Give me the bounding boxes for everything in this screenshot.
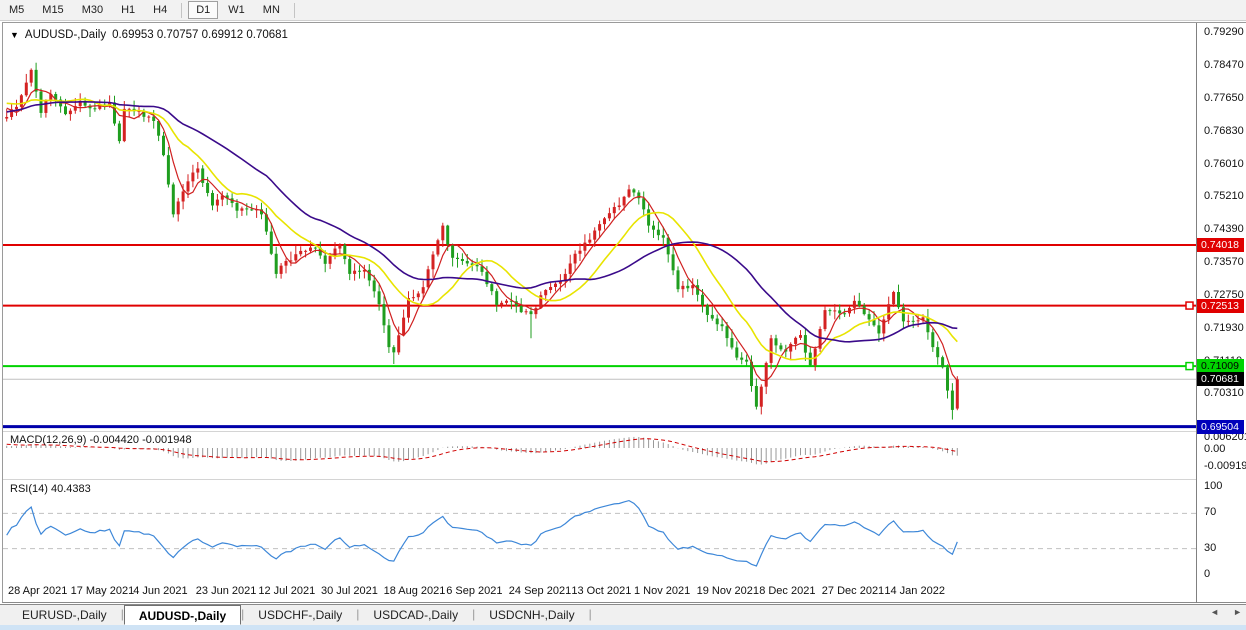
chart-ohlc-values: 0.69953 0.70757 0.69912 0.70681 (112, 29, 288, 41)
macd-indicator-label: MACD(12,26,9) -0.004420 -0.001948 (10, 434, 192, 446)
date-axis-label: 18 Aug 2021 (384, 585, 446, 597)
rsi-value: 40.4383 (51, 483, 91, 495)
macd-axis-label: -0.009197 (1204, 460, 1246, 472)
macd-name: MACD(12,26,9) (10, 434, 86, 446)
chart-canvas[interactable] (0, 0, 1246, 630)
date-axis-label: 14 Jan 2022 (884, 585, 945, 597)
tab-bar-padding (0, 605, 8, 625)
chart-tab-usdcad[interactable]: USDCAD-,Daily (359, 605, 472, 625)
rsi-axis-label: 30 (1204, 542, 1216, 554)
price-badge: 0.70681 (1197, 372, 1244, 386)
price-badge: 0.74018 (1197, 238, 1244, 252)
collapse-triangle-icon[interactable]: ▼ (10, 30, 19, 40)
chart-symbol-title: AUDUSD-,Daily (25, 29, 106, 41)
price-axis-label: 0.70310 (1204, 387, 1244, 399)
date-axis-label: 6 Sep 2021 (446, 585, 502, 597)
date-axis-label: 17 May 2021 (71, 585, 135, 597)
status-strip (0, 625, 1246, 630)
chart-tab-eurusd[interactable]: EURUSD-,Daily (8, 605, 121, 625)
price-axis-label: 0.78470 (1204, 59, 1244, 71)
chart-tab-usdcnh[interactable]: USDCNH-,Daily (475, 605, 588, 625)
chart-tab-bar: EURUSD-,Daily|AUDUSD-,Daily|USDCHF-,Dail… (0, 604, 1246, 625)
tab-scroll-buttons: ◄ ► (1210, 607, 1242, 617)
price-axis-label: 0.71930 (1204, 322, 1244, 334)
date-axis-label: 28 Apr 2021 (8, 585, 67, 597)
rsi-axis-label: 0 (1204, 568, 1210, 580)
price-axis-label: 0.76010 (1204, 158, 1244, 170)
macd-values: -0.004420 -0.001948 (89, 434, 191, 446)
date-axis-label: 23 Jun 2021 (196, 585, 257, 597)
tab-scroll-right-icon[interactable]: ► (1233, 607, 1242, 617)
date-axis-label: 27 Dec 2021 (822, 585, 884, 597)
tab-scroll-left-icon[interactable]: ◄ (1210, 607, 1219, 617)
price-axis-label: 0.76830 (1204, 125, 1244, 137)
macd-axis-label: 0.00 (1204, 443, 1225, 455)
date-axis-label: 12 Jul 2021 (258, 585, 315, 597)
date-axis-label: 13 Oct 2021 (571, 585, 631, 597)
price-axis-label: 0.74390 (1204, 223, 1244, 235)
date-axis-label: 1 Nov 2021 (634, 585, 690, 597)
date-axis-label: 30 Jul 2021 (321, 585, 378, 597)
terminal-window: M5M15M30H1H4D1W1MN ▼ AUDUSD-,Daily 0.699… (0, 0, 1246, 630)
date-axis-label: 19 Nov 2021 (697, 585, 759, 597)
rsi-indicator-label: RSI(14) 40.4383 (10, 483, 91, 495)
price-axis-label: 0.77650 (1204, 92, 1244, 104)
price-axis-label: 0.75210 (1204, 190, 1244, 202)
date-axis-label: 4 Jun 2021 (133, 585, 187, 597)
price-badge: 0.71009 (1197, 359, 1244, 373)
rsi-axis-label: 100 (1204, 480, 1222, 492)
date-axis-label: 8 Dec 2021 (759, 585, 815, 597)
chart-tab-usdchf[interactable]: USDCHF-,Daily (244, 605, 356, 625)
price-axis-label: 0.73570 (1204, 256, 1244, 268)
price-badge: 0.72513 (1197, 299, 1244, 313)
price-axis-label: 0.79290 (1204, 26, 1244, 38)
tab-separator: | (589, 605, 592, 625)
chart-title-row: ▼ AUDUSD-,Daily 0.69953 0.70757 0.69912 … (10, 29, 288, 41)
rsi-axis-label: 70 (1204, 506, 1216, 518)
rsi-name: RSI(14) (10, 483, 48, 495)
price-badge: 0.69504 (1197, 420, 1244, 434)
date-axis-label: 24 Sep 2021 (509, 585, 571, 597)
chart-tab-audusd[interactable]: AUDUSD-,Daily (124, 605, 241, 625)
